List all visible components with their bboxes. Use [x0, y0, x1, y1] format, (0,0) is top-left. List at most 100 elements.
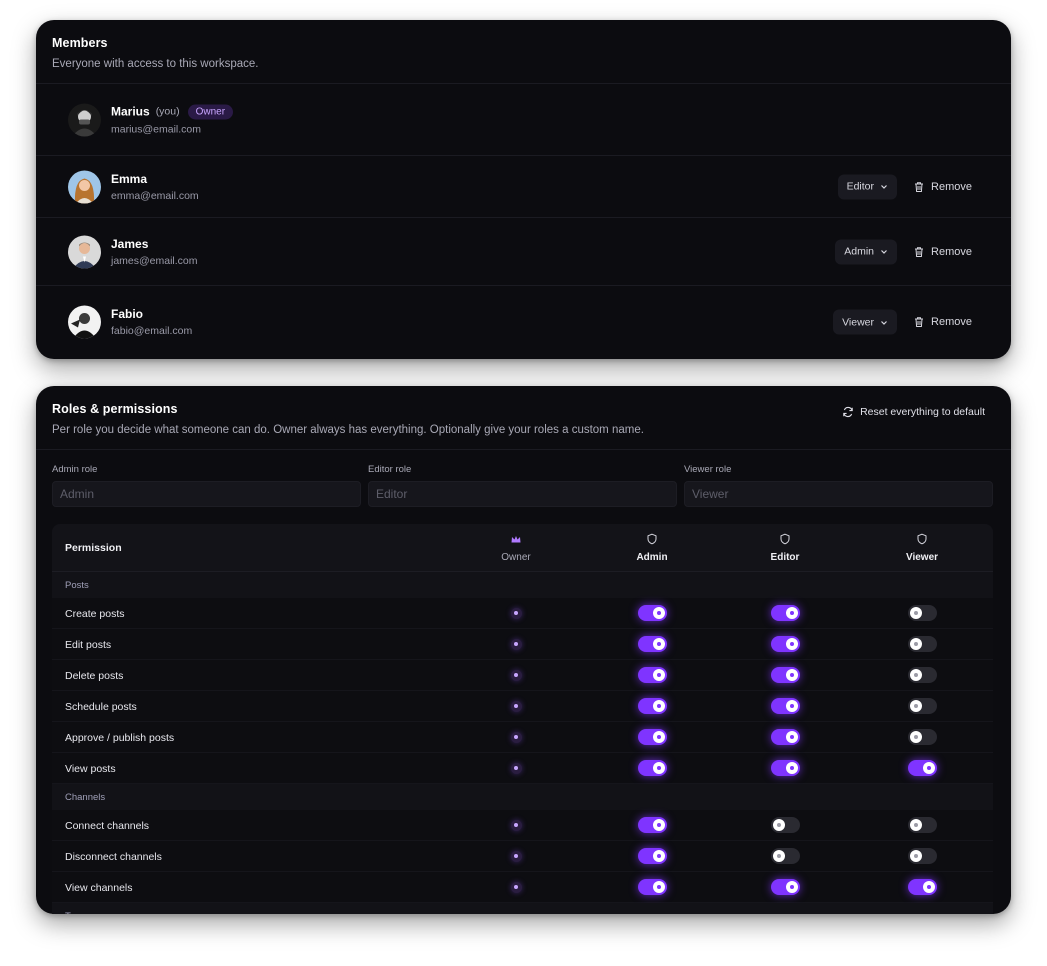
toggle-knob [909, 669, 922, 681]
permission-label: Schedule posts [65, 701, 137, 713]
section-header-team: Team [52, 903, 993, 914]
toggle-knob [652, 819, 665, 831]
viewer-permission-toggle[interactable] [907, 667, 937, 683]
editor-permission-toggle[interactable] [770, 879, 800, 895]
remove-label: Remove [931, 245, 972, 258]
editor-permission-toggle[interactable] [770, 760, 800, 776]
permissions-table-header: Permission Owner Admin Editor Viewer [52, 524, 993, 572]
editor-permission-toggle[interactable] [770, 636, 800, 652]
permissions-table: Permission Owner Admin Editor Viewer Pos… [52, 524, 993, 914]
section-header-channels: Channels [52, 784, 993, 810]
viewer-permission-toggle[interactable] [907, 879, 937, 895]
toggle-knob [785, 638, 798, 650]
admin-permission-toggle[interactable] [637, 848, 667, 864]
toggle-knob [785, 669, 798, 681]
owner-permission-indicator [510, 700, 522, 712]
members-title: Members [52, 36, 108, 50]
permission-label: Delete posts [65, 670, 124, 682]
permission-row: View channels [52, 872, 993, 903]
admin-permission-toggle[interactable] [637, 817, 667, 833]
toggle-knob [652, 638, 665, 650]
toggle-knob [909, 638, 922, 650]
role-select[interactable]: Admin [835, 239, 897, 264]
section-header-posts: Posts [52, 572, 993, 598]
permission-label: Edit posts [65, 639, 112, 651]
member-name: Fabio [111, 307, 143, 321]
editor-permission-toggle[interactable] [770, 605, 800, 621]
toggle-knob [772, 819, 785, 831]
you-label: (you) [155, 105, 180, 118]
admin-permission-toggle[interactable] [637, 879, 667, 895]
remove-label: Remove [931, 316, 972, 328]
chevron-down-icon [881, 320, 887, 325]
toggle-knob [652, 731, 665, 743]
admin-permission-toggle[interactable] [637, 667, 667, 683]
viewer-permission-toggle[interactable] [907, 636, 937, 652]
editor-role-input[interactable] [368, 481, 677, 507]
roles-card: Roles & permissions Per role you decide … [36, 386, 1011, 914]
viewer-column-header: Viewer [882, 533, 962, 565]
viewer-permission-toggle[interactable] [907, 698, 937, 714]
role-select[interactable]: Viewer [833, 309, 897, 335]
permission-label: View channels [65, 882, 133, 894]
reset-button[interactable]: Reset everything to default [842, 406, 985, 418]
owner-permission-indicator [510, 607, 522, 619]
admin-column-label: Admin [636, 552, 668, 563]
admin-role-label: Admin role [52, 464, 98, 475]
editor-permission-toggle[interactable] [770, 698, 800, 714]
admin-role-input[interactable] [52, 481, 361, 507]
viewer-permission-toggle[interactable] [907, 817, 937, 833]
shield-icon [917, 533, 927, 545]
editor-permission-toggle[interactable] [770, 817, 800, 833]
admin-permission-toggle[interactable] [637, 729, 667, 745]
permission-row: View posts [52, 753, 993, 784]
remove-button[interactable]: Remove [913, 246, 972, 258]
toggle-knob [652, 669, 665, 681]
admin-permission-toggle[interactable] [637, 698, 667, 714]
viewer-permission-toggle[interactable] [907, 605, 937, 621]
reset-label: Reset everything to default [860, 406, 985, 418]
viewer-permission-toggle[interactable] [907, 729, 937, 745]
member-email: marius@email.com [111, 123, 202, 135]
toggle-knob [652, 607, 665, 619]
member-name: Marius [111, 104, 150, 119]
editor-column-header: Editor [745, 533, 825, 565]
permission-label: View posts [65, 763, 116, 775]
owner-permission-indicator [510, 762, 522, 774]
toggle-knob [909, 731, 922, 743]
role-select[interactable]: Editor [837, 174, 897, 199]
viewer-column-label: Viewer [905, 552, 939, 563]
owner-column-header: Owner [476, 533, 556, 565]
owner-permission-indicator [510, 881, 522, 893]
member-info: Fabio fabio@email.com [111, 307, 192, 337]
role-select-value: Viewer [842, 316, 874, 328]
roles-subtitle: Per role you decide what someone can do.… [52, 424, 644, 436]
viewer-permission-toggle[interactable] [907, 848, 937, 864]
editor-permission-toggle[interactable] [770, 848, 800, 864]
remove-label: Remove [931, 180, 972, 193]
member-row: Fabio fabio@email.com Viewer Remove [36, 286, 1011, 358]
editor-permission-toggle[interactable] [770, 667, 800, 683]
trash-icon [915, 317, 924, 327]
remove-button[interactable]: Remove [913, 181, 972, 193]
avatar [68, 305, 101, 339]
permission-row: Edit posts [52, 629, 993, 660]
viewer-role-input[interactable] [684, 481, 993, 507]
members-subtitle: Everyone with access to this workspace. [52, 58, 259, 70]
admin-permission-toggle[interactable] [637, 605, 667, 621]
shield-icon [647, 533, 657, 545]
role-name-fields: Admin role Editor role Viewer role [36, 450, 1011, 524]
members-card: Members Everyone with access to this wor… [36, 20, 1011, 359]
trash-icon [915, 246, 924, 257]
viewer-permission-toggle[interactable] [907, 760, 937, 776]
remove-button[interactable]: Remove [913, 316, 972, 328]
toggle-knob [785, 881, 798, 893]
admin-permission-toggle[interactable] [637, 760, 667, 776]
editor-role-field: Editor role [368, 464, 677, 507]
member-info: James james@email.com [111, 237, 198, 267]
crown-icon [511, 536, 521, 543]
admin-permission-toggle[interactable] [637, 636, 667, 652]
permission-row: Connect channels [52, 810, 993, 841]
toggle-knob [909, 607, 922, 619]
editor-permission-toggle[interactable] [770, 729, 800, 745]
